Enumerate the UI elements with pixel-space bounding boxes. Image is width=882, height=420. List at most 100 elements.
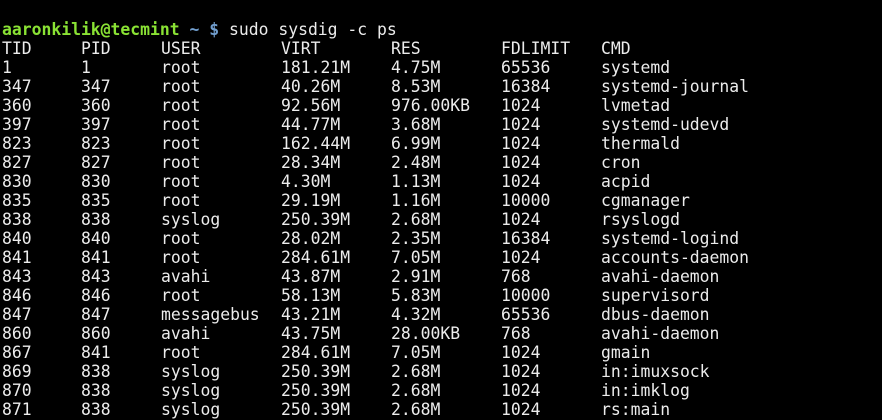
cell-res: 2.68M [391, 210, 441, 229]
cell-res: 2.48M [391, 153, 441, 172]
cell-pid: 830 [81, 172, 111, 191]
header-user: USER [161, 39, 201, 58]
table-row: 835 835 root 29.19M 1.16M 10000 cgmanager [2, 191, 882, 210]
cell-res: 1.13M [391, 172, 441, 191]
cell-tid: 847 [2, 305, 32, 324]
cell-cmd: systemd [601, 58, 671, 77]
cell-tid: 869 [2, 362, 32, 381]
cell-tid: 871 [2, 400, 32, 419]
cell-virt: 43.21M [281, 305, 341, 324]
header-virt: VIRT [281, 39, 321, 58]
cell-res: 1.16M [391, 191, 441, 210]
cell-tid: 830 [2, 172, 32, 191]
cell-pid: 838 [81, 210, 111, 229]
cell-fdlimit: 1024 [501, 343, 541, 362]
cell-fdlimit: 1024 [501, 96, 541, 115]
cell-pid: 360 [81, 96, 111, 115]
cell-fdlimit: 768 [501, 267, 531, 286]
cell-user: root [161, 96, 201, 115]
prompt-symbol: $ [209, 20, 220, 39]
cell-user: root [161, 286, 201, 305]
cell-user: root [161, 115, 201, 134]
table-row: 1 1 root 181.21M 4.75M 65536 systemd [2, 58, 882, 77]
cell-virt: 29.19M [281, 191, 341, 210]
cell-tid: 840 [2, 229, 32, 248]
terminal-output[interactable]: aaronkilik@tecmint ~ $ sudo sysdig -c ps… [2, 20, 882, 419]
table-row: 869 838 syslog 250.39M 2.68M 1024 in:imuxsock [2, 362, 882, 381]
cell-virt: 284.61M [281, 343, 351, 362]
cell-pid: 847 [81, 305, 111, 324]
table-row: 843 843 avahi 43.87M 2.91M 768 avahi-daemon [2, 267, 882, 286]
cell-res: 2.68M [391, 400, 441, 419]
cell-virt: 40.26M [281, 77, 341, 96]
cell-res: 2.68M [391, 362, 441, 381]
command-text: sudo sysdig -c ps [229, 20, 397, 39]
cell-virt: 250.39M [281, 400, 351, 419]
cell-pid: 860 [81, 324, 111, 343]
cell-tid: 360 [2, 96, 32, 115]
cell-user: root [161, 343, 201, 362]
cell-cmd: rs:main [601, 400, 671, 419]
cell-fdlimit: 1024 [501, 210, 541, 229]
cell-fdlimit: 1024 [501, 248, 541, 267]
cell-cmd: lvmetad [601, 96, 671, 115]
cell-virt: 250.39M [281, 381, 351, 400]
cell-fdlimit: 1024 [501, 400, 541, 419]
cell-pid: 840 [81, 229, 111, 248]
table-row: 867 841 root 284.61M 7.05M 1024 gmain [2, 343, 882, 362]
cell-res: 7.05M [391, 343, 441, 362]
cell-virt: 44.77M [281, 115, 341, 134]
header-pid: PID [81, 39, 111, 58]
cell-virt: 181.21M [281, 58, 351, 77]
cell-virt: 58.13M [281, 286, 341, 305]
cell-pid: 1 [81, 58, 91, 77]
cell-res: 6.99M [391, 134, 441, 153]
table-row: 846 846 root 58.13M 5.83M 10000 supervisord [2, 286, 882, 305]
cell-user: avahi [161, 324, 211, 343]
cell-res: 7.05M [391, 248, 441, 267]
cell-user: syslog [161, 381, 221, 400]
cell-virt: 43.75M [281, 324, 341, 343]
cell-tid: 1 [2, 58, 12, 77]
cell-res: 8.53M [391, 77, 441, 96]
cell-pid: 838 [81, 381, 111, 400]
cell-cmd: cgmanager [601, 191, 690, 210]
header-res: RES [391, 39, 421, 58]
cell-fdlimit: 1024 [501, 153, 541, 172]
cell-fdlimit: 10000 [501, 286, 551, 305]
cell-fdlimit: 65536 [501, 58, 551, 77]
cell-fdlimit: 10000 [501, 191, 551, 210]
table-row: 347 347 root 40.26M 8.53M 16384 systemd-journa… [2, 77, 882, 96]
cell-tid: 841 [2, 248, 32, 267]
table-row: 823 823 root 162.44M 6.99M 1024 thermald [2, 134, 882, 153]
cell-tid: 867 [2, 343, 32, 362]
cell-pid: 827 [81, 153, 111, 172]
cell-user: root [161, 172, 201, 191]
cell-user: messagebus [161, 305, 260, 324]
cell-fdlimit: 1024 [501, 381, 541, 400]
cell-cmd: avahi-daemon [601, 267, 720, 286]
cell-user: syslog [161, 210, 221, 229]
cell-cmd: systemd-journal [601, 77, 750, 96]
prompt-line: aaronkilik@tecmint ~ $ sudo sysdig -c ps [2, 20, 882, 39]
cell-res: 2.35M [391, 229, 441, 248]
table-row: 841 841 root 284.61M 7.05M 1024 accounts-daemo… [2, 248, 882, 267]
cell-cmd: gmain [601, 343, 651, 362]
header-tid: TID [2, 39, 32, 58]
cell-tid: 823 [2, 134, 32, 153]
cell-pid: 397 [81, 115, 111, 134]
cell-pid: 841 [81, 248, 111, 267]
cell-user: syslog [161, 362, 221, 381]
cell-virt: 4.30M [281, 172, 331, 191]
cell-tid: 827 [2, 153, 32, 172]
cell-res: 2.68M [391, 381, 441, 400]
cell-res: 976.00KB [391, 96, 470, 115]
cell-tid: 846 [2, 286, 32, 305]
cell-virt: 28.02M [281, 229, 341, 248]
cell-tid: 838 [2, 210, 32, 229]
cell-fdlimit: 1024 [501, 115, 541, 134]
cell-fdlimit: 1024 [501, 362, 541, 381]
cell-cmd: supervisord [601, 286, 710, 305]
prompt-user-host: aaronkilik@tecmint [2, 20, 180, 39]
header-cmd: CMD [601, 39, 631, 58]
